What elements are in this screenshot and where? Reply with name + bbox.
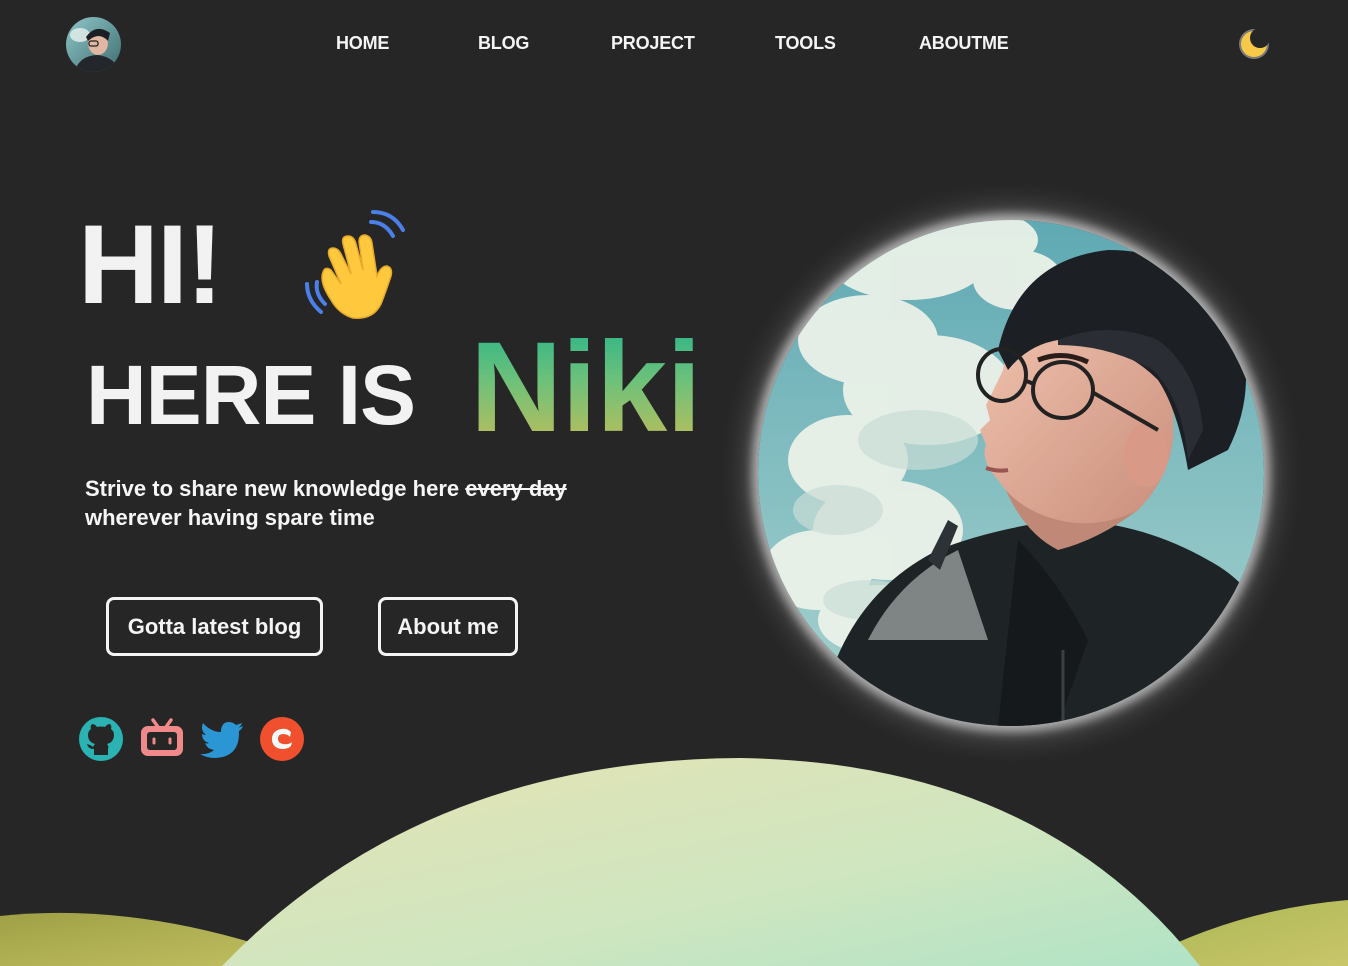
name-heading: Niki xyxy=(470,316,702,459)
tagline-struck: every day xyxy=(465,476,567,501)
portrait-image xyxy=(758,220,1264,726)
twitter-link[interactable] xyxy=(197,715,245,763)
tagline: Strive to share new knowledge here every… xyxy=(85,474,645,532)
nav-blog[interactable]: BLOG xyxy=(478,33,529,54)
theme-toggle-button[interactable] xyxy=(1237,27,1271,61)
about-me-button[interactable]: About me xyxy=(378,597,518,656)
moon-icon xyxy=(1239,28,1270,59)
nav-tools[interactable]: TOOLS xyxy=(775,33,836,54)
github-link[interactable] xyxy=(77,715,125,763)
main-nav: HOME BLOG PROJECT TOOLS ABOUTME xyxy=(0,33,1348,57)
nav-home[interactable]: HOME xyxy=(336,33,389,54)
twitter-icon xyxy=(200,722,243,758)
tagline-part2: wherever having spare time xyxy=(85,505,375,530)
bilibili-link[interactable] xyxy=(138,715,186,763)
profile-portrait xyxy=(758,220,1264,726)
tagline-part1: Strive to share new knowledge here xyxy=(85,476,466,501)
csdn-link[interactable] xyxy=(258,715,306,763)
bilibili-icon xyxy=(141,718,183,756)
csdn-icon xyxy=(260,717,304,761)
github-icon xyxy=(79,717,123,761)
waving-hand-icon xyxy=(293,208,408,323)
nav-project[interactable]: PROJECT xyxy=(611,33,695,54)
decorative-hills xyxy=(0,758,1348,966)
nav-aboutme[interactable]: ABOUTME xyxy=(919,33,1009,54)
page: HOME BLOG PROJECT TOOLS ABOUTME HI! HERE… xyxy=(0,0,1348,966)
intro-heading: HERE IS xyxy=(86,348,416,442)
greeting-heading: HI! xyxy=(78,202,223,327)
latest-blog-button[interactable]: Gotta latest blog xyxy=(106,597,323,656)
